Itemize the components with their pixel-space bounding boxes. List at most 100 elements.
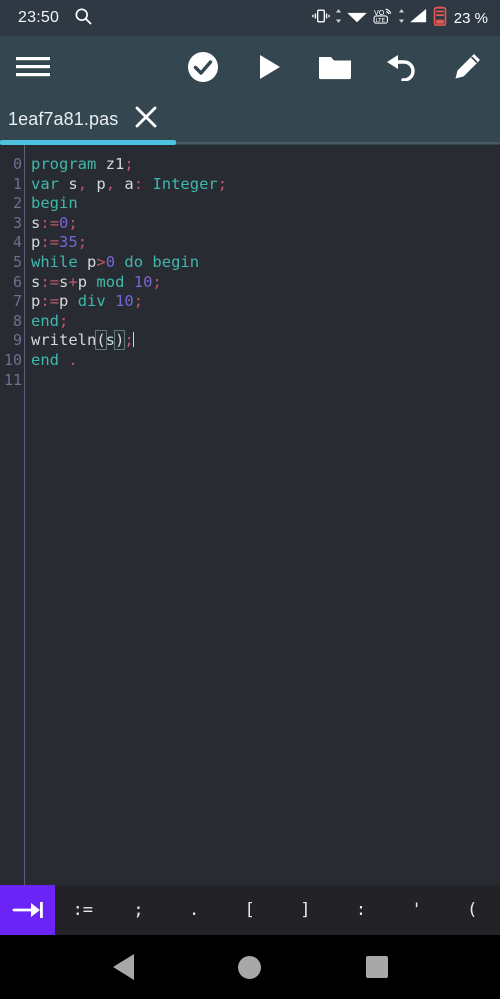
code-token: ; — [152, 272, 162, 291]
symbol-key[interactable]: := — [55, 900, 111, 920]
code-line[interactable]: 4 p:=35; — [0, 233, 500, 253]
line-text[interactable]: begin — [22, 194, 78, 214]
code-line[interactable]: 10 end . — [0, 351, 500, 371]
code-line[interactable]: 3 s:=0; — [0, 214, 500, 234]
line-text[interactable]: while p>0 do begin — [22, 253, 199, 273]
data-arrows-icon-2 — [398, 8, 405, 29]
line-number: 2 — [12, 194, 22, 213]
symbol-keys: :=;.[]: '( — [55, 885, 500, 935]
line-text[interactable]: writeln(s); — [22, 330, 134, 351]
symbol-key[interactable]: ; — [111, 900, 167, 920]
editor-tab[interactable]: 1eaf7a81.pas — [0, 98, 174, 141]
line-number: 6 — [12, 272, 22, 291]
code-line[interactable]: 8 end; — [0, 312, 500, 332]
code-token: p — [31, 233, 41, 252]
nav-home-button[interactable] — [220, 935, 280, 999]
line-number: 3 — [12, 213, 22, 232]
code-token: ; — [59, 311, 69, 330]
line-text[interactable]: s:=0; — [22, 214, 78, 234]
code-line[interactable]: 7 p:=p div 10; — [0, 292, 500, 312]
code-lines[interactable]: 0 program z1; 1 var s, p, a: Integer; 2 begin… — [0, 155, 500, 390]
code-token: ; — [124, 155, 134, 173]
code-token: s — [59, 272, 69, 291]
code-token: 0 — [105, 252, 116, 271]
code-token: = — [49, 272, 60, 291]
gutter-divider-tail — [24, 850, 25, 885]
hamburger-menu-icon[interactable] — [0, 36, 66, 98]
nav-back-button[interactable] — [93, 935, 153, 999]
text-caret — [132, 332, 134, 348]
code-token: ; — [77, 233, 88, 252]
undo-icon[interactable] — [368, 36, 434, 98]
folder-icon[interactable] — [302, 36, 368, 98]
symbol-key[interactable]: . — [166, 900, 222, 920]
code-token: 35 — [59, 233, 78, 252]
code-token: do — [124, 252, 144, 271]
search-icon[interactable] — [73, 6, 93, 31]
code-line[interactable]: 6 s:=s+p mod 10; — [0, 273, 500, 293]
code-line[interactable]: 9 writeln(s); — [0, 330, 500, 351]
tab-key-icon[interactable] — [0, 885, 55, 935]
app-toolbar — [0, 36, 500, 98]
close-icon[interactable] — [134, 105, 158, 134]
line-text[interactable]: p:=35; — [22, 233, 87, 253]
code-token: s — [31, 213, 41, 232]
recents-square-icon — [365, 956, 388, 978]
check-circle-icon[interactable] — [170, 36, 236, 98]
svg-text:LTE: LTE — [376, 18, 386, 24]
code-token: p — [31, 292, 41, 311]
code-token: begin — [152, 252, 200, 271]
line-text[interactable]: end; — [22, 312, 68, 332]
line-number: 0 — [12, 155, 22, 173]
line-text[interactable]: p:=p div 10; — [22, 292, 143, 312]
code-token: s — [31, 272, 41, 291]
code-token: = — [49, 213, 60, 232]
symbol-key[interactable]: ] — [278, 900, 334, 920]
code-token: ) — [113, 330, 126, 351]
code-line[interactable]: 2 begin — [0, 194, 500, 214]
code-token: ; — [68, 213, 78, 232]
line-text[interactable] — [22, 371, 31, 391]
code-token: Integer — [152, 174, 218, 193]
code-token: . — [68, 350, 78, 369]
code-token: s — [105, 331, 116, 350]
code-token: var — [31, 174, 59, 193]
line-text[interactable]: program z1; — [22, 155, 134, 175]
code-token: + — [68, 272, 78, 291]
line-text[interactable]: var s, p, a: Integer; — [22, 175, 227, 195]
code-editor[interactable]: 0 program z1; 1 var s, p, a: Integer; 2 begin… — [0, 145, 500, 885]
code-token: , — [105, 174, 116, 193]
code-token: p — [96, 174, 106, 193]
symbol-key[interactable]: ' — [389, 900, 445, 920]
home-circle-icon — [238, 955, 262, 979]
code-token: 10 — [133, 272, 153, 291]
code-token: ; — [133, 292, 144, 311]
code-token: p — [87, 252, 97, 271]
status-bar-clock: 23:50 — [18, 9, 60, 26]
nav-recents-button[interactable] — [347, 935, 407, 999]
wifi-icon — [346, 8, 368, 29]
code-token: , — [77, 174, 88, 193]
play-icon[interactable] — [236, 36, 302, 98]
line-number: 10 — [3, 350, 22, 369]
tab-strip: 1eaf7a81.pas — [0, 98, 500, 145]
symbol-key[interactable]: : — [333, 900, 389, 920]
code-line[interactable]: 0 program z1; — [0, 155, 500, 175]
code-token: 10 — [115, 292, 134, 311]
code-token: : — [40, 213, 50, 232]
pencil-icon[interactable] — [434, 36, 500, 98]
line-text[interactable]: end . — [22, 351, 78, 371]
symbol-key[interactable]: ( — [444, 900, 500, 920]
line-text[interactable]: s:=s+p mod 10; — [22, 273, 162, 293]
code-line[interactable]: 5 while p>0 do begin — [0, 253, 500, 273]
code-line[interactable]: 11 — [0, 371, 500, 391]
code-token: 0 — [59, 213, 69, 232]
code-line[interactable]: 1 var s, p, a: Integer; — [0, 175, 500, 195]
symbol-key[interactable]: [ — [222, 900, 278, 920]
